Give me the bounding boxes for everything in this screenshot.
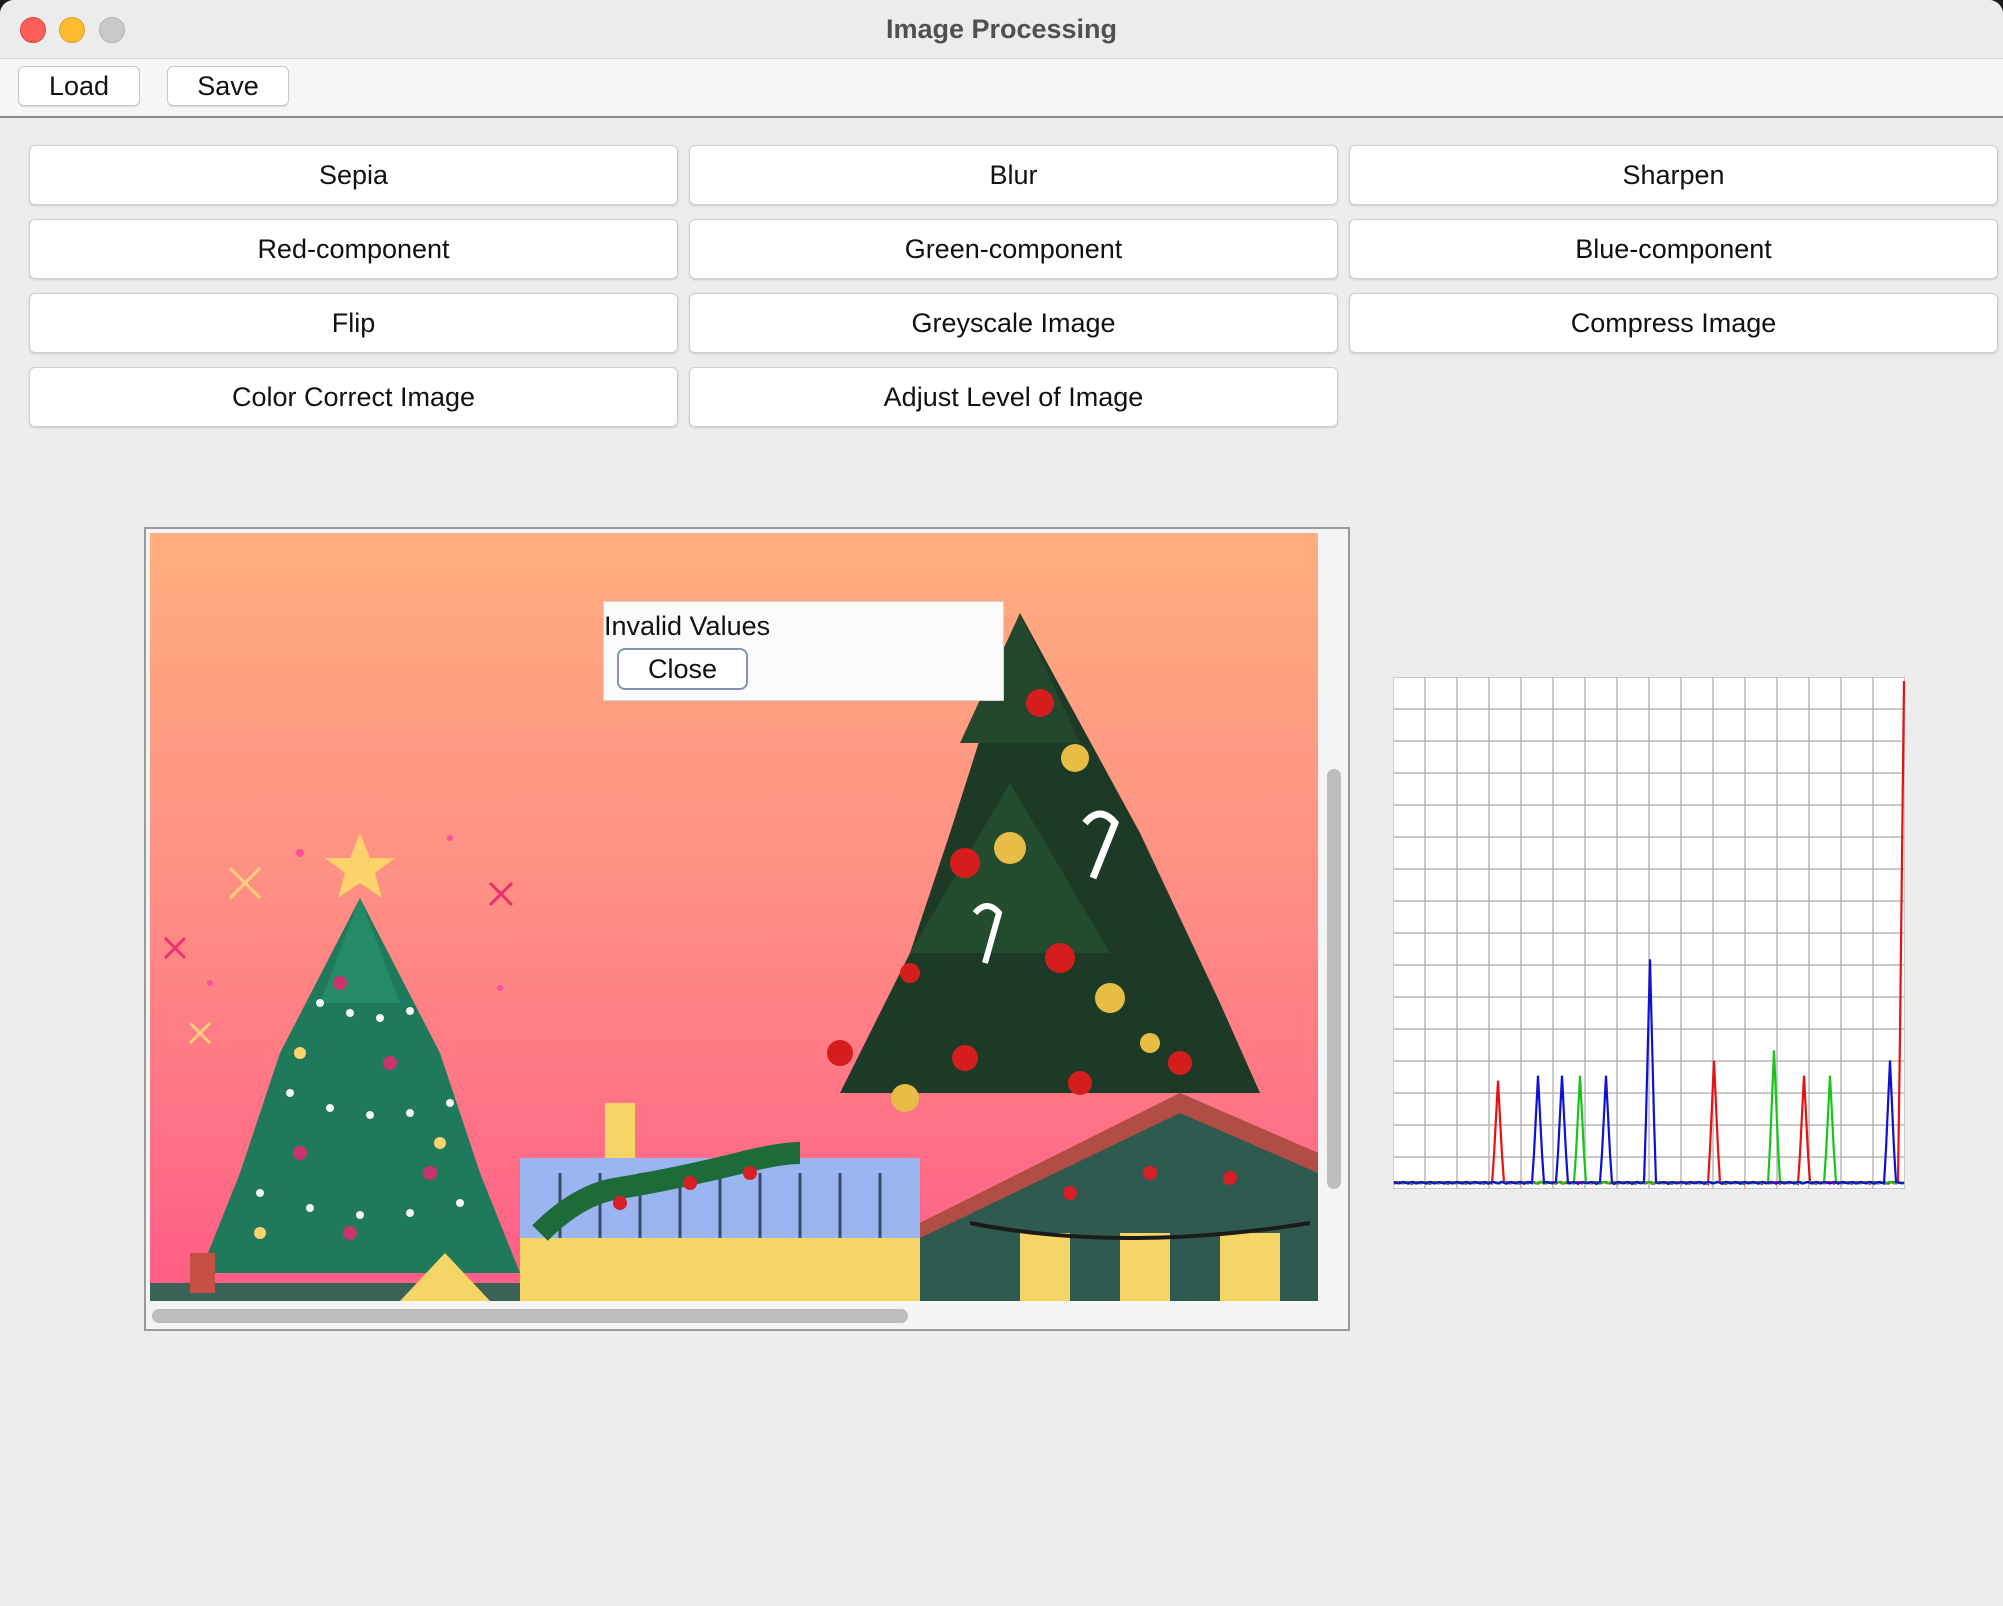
toolbar: Load Save <box>0 59 2003 118</box>
dialog-close-button[interactable]: Close <box>617 648 748 690</box>
adjust-level-button[interactable]: Adjust Level of Image <box>689 367 1338 427</box>
save-button[interactable]: Save <box>167 66 289 106</box>
window-title: Image Processing <box>885 14 1118 44</box>
horizontal-scroll-thumb[interactable] <box>152 1309 908 1323</box>
flip-button[interactable]: Flip <box>29 293 678 353</box>
load-button[interactable]: Load <box>18 66 140 106</box>
green-component-button[interactable]: Green-component <box>689 219 1338 279</box>
color-correct-button[interactable]: Color Correct Image <box>29 367 678 427</box>
title-bar: Image Processing <box>0 0 2003 59</box>
histogram-panel <box>1392 676 1906 1194</box>
blur-button[interactable]: Blur <box>689 145 1338 205</box>
sharpen-button[interactable]: Sharpen <box>1349 145 1998 205</box>
invalid-values-dialog: Invalid Values Close <box>603 601 1004 701</box>
app-window: Image Processing Load Save Sepia Blur Sh… <box>0 0 2003 1606</box>
greyscale-button[interactable]: Greyscale Image <box>689 293 1338 353</box>
vertical-scroll-thumb[interactable] <box>1327 769 1341 1189</box>
red-component-button[interactable]: Red-component <box>29 219 678 279</box>
dialog-message: Invalid Values <box>604 611 771 641</box>
compress-button[interactable]: Compress Image <box>1349 293 1998 353</box>
histogram-chart <box>1392 676 1906 1190</box>
sepia-button[interactable]: Sepia <box>29 145 678 205</box>
blue-component-button[interactable]: Blue-component <box>1349 219 1998 279</box>
